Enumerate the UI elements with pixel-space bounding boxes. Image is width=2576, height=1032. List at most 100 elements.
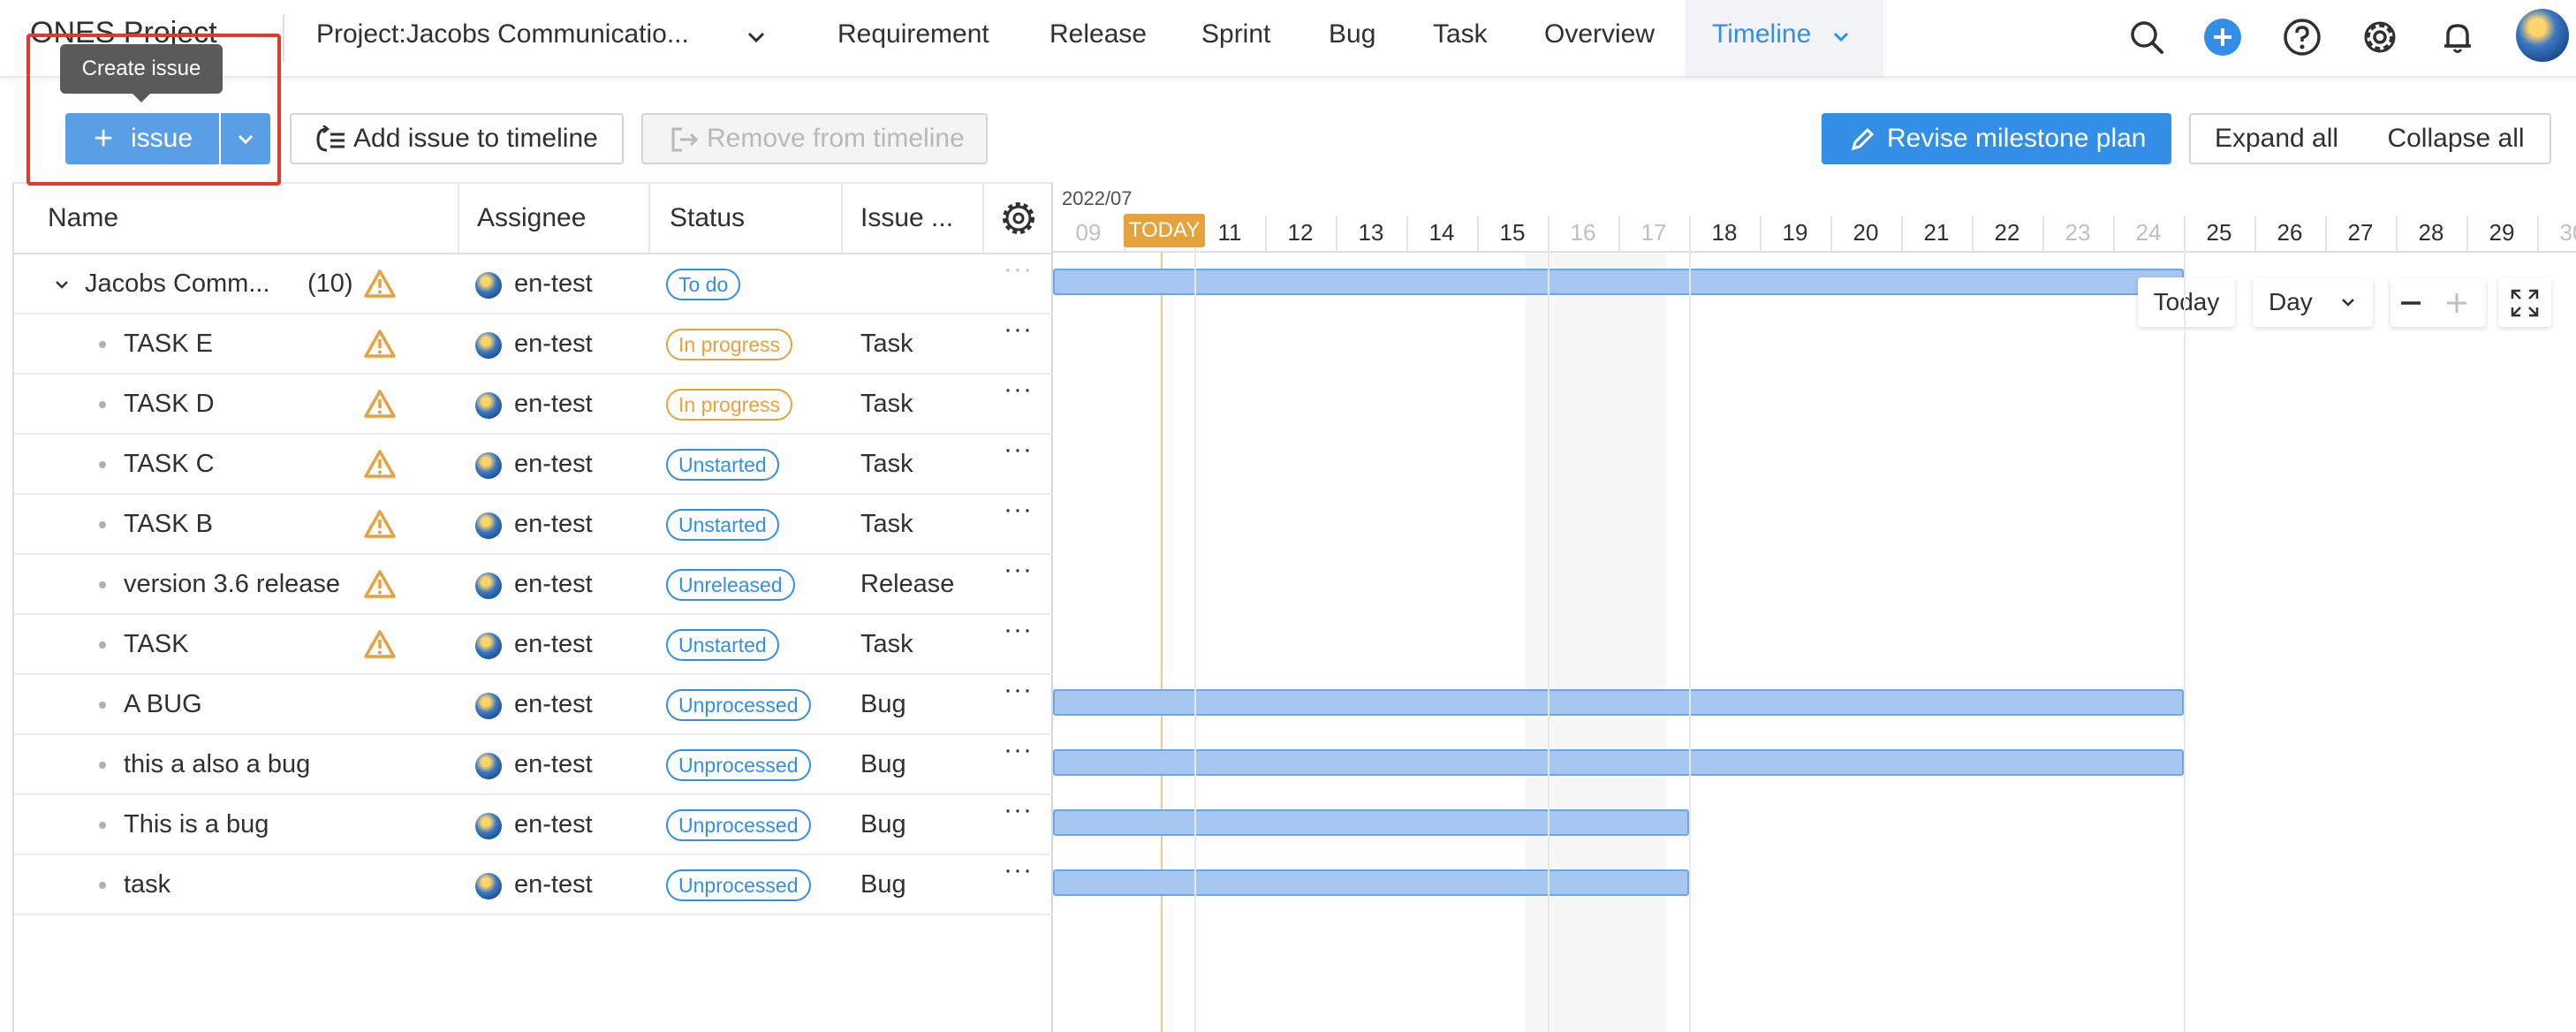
table-row[interactable]: A BUG en-test Unprocessed Bug ··· <box>14 675 1053 735</box>
table-row[interactable]: TASK E en-test In progress Task ··· <box>14 315 1053 375</box>
more-actions-icon[interactable]: ··· <box>1004 615 1033 645</box>
gantt-day-label: 28 <box>2418 219 2444 246</box>
issue-name[interactable]: TASK E <box>124 315 213 373</box>
user-avatar[interactable] <box>2516 9 2569 62</box>
column-header-issue-type[interactable]: Issue ... <box>843 184 984 253</box>
tab-release[interactable]: Release <box>1049 19 1147 49</box>
nav-divider <box>283 14 284 62</box>
avatar <box>475 693 502 719</box>
gantt-bar[interactable] <box>1053 689 2184 716</box>
gantt-day-label: 25 <box>2206 219 2232 246</box>
collapse-all-button[interactable]: Collapse all <box>2362 113 2551 164</box>
status-badge[interactable]: Unstarted <box>666 449 779 481</box>
more-actions-icon[interactable]: ··· <box>1004 855 1033 885</box>
column-header-assignee[interactable]: Assignee <box>459 184 650 253</box>
tab-overview[interactable]: Overview <box>1544 19 1655 49</box>
avatar <box>475 873 502 899</box>
table-row[interactable]: TASK en-test Unstarted Task ··· <box>14 615 1053 675</box>
issue-name[interactable]: TASK C <box>124 435 215 493</box>
group-name[interactable]: Jacobs Comm... <box>85 254 270 313</box>
more-actions-icon[interactable]: ··· <box>1004 555 1033 585</box>
fullscreen-button[interactable] <box>2498 277 2551 327</box>
create-issue-button[interactable]: + issue <box>65 113 219 164</box>
more-actions-icon[interactable]: ··· <box>1004 375 1033 405</box>
remove-from-timeline-button[interactable]: Remove from timeline <box>641 113 988 164</box>
avatar <box>475 512 502 539</box>
tab-task[interactable]: Task <box>1433 19 1488 49</box>
more-actions-icon[interactable]: ··· <box>1004 254 1033 285</box>
project-selector[interactable]: Project:Jacobs Communicatio... <box>316 19 689 49</box>
issue-name[interactable]: This is a bug <box>124 795 269 854</box>
search-icon[interactable] <box>2127 18 2166 57</box>
status-badge[interactable]: Unprocessed <box>666 869 811 901</box>
status-badge[interactable]: Unprocessed <box>666 749 811 781</box>
zoom-out-icon[interactable] <box>2399 292 2422 315</box>
tab-timeline[interactable]: Timeline <box>1712 19 1811 49</box>
bullet-dot <box>99 702 106 709</box>
tab-requirement[interactable]: Requirement <box>837 19 989 49</box>
status-badge[interactable]: Unprocessed <box>666 689 811 721</box>
warning-icon <box>364 450 396 478</box>
status-badge[interactable]: Unstarted <box>666 509 779 541</box>
issue-name[interactable]: A BUG <box>124 675 202 733</box>
column-header-status[interactable]: Status <box>650 184 843 253</box>
issue-name[interactable]: TASK <box>124 615 189 673</box>
tab-bug[interactable]: Bug <box>1329 19 1375 49</box>
today-button[interactable]: Today <box>2138 277 2235 327</box>
tab-sprint[interactable]: Sprint <box>1201 19 1270 49</box>
issue-name[interactable]: version 3.6 release <box>124 555 340 613</box>
assignee-name: en-test <box>514 750 593 778</box>
status-badge[interactable]: Unreleased <box>666 569 795 601</box>
issue-name[interactable]: this a also a bug <box>124 735 310 793</box>
gantt-bar[interactable] <box>1053 869 1689 896</box>
warning-icon <box>364 570 396 598</box>
gantt-bar[interactable] <box>1053 269 2184 295</box>
issue-type: Release <box>860 570 955 598</box>
chevron-down-icon <box>2342 299 2354 307</box>
create-issue-label: issue <box>131 124 193 153</box>
more-actions-icon[interactable]: ··· <box>1004 735 1033 765</box>
table-row[interactable]: this a also a bug en-test Unprocessed Bug ··… <box>14 735 1053 795</box>
issue-name[interactable]: task <box>124 855 170 914</box>
column-settings-gear-icon[interactable] <box>1002 201 1035 235</box>
table-row[interactable]: version 3.6 release en-test Unreleased Rele… <box>14 555 1053 615</box>
chevron-down-icon[interactable] <box>53 276 71 293</box>
scale-select[interactable]: Day <box>2253 277 2373 327</box>
gear-icon[interactable] <box>2360 18 2399 57</box>
status-badge[interactable]: Unprocessed <box>666 809 811 841</box>
add-issue-to-timeline-button[interactable]: Add issue to timeline <box>290 113 624 164</box>
chevron-down-icon[interactable] <box>1830 27 1852 48</box>
column-header-name[interactable]: Name <box>14 184 459 253</box>
revise-milestone-plan-button[interactable]: Revise milestone plan <box>1822 113 2171 164</box>
more-actions-icon[interactable]: ··· <box>1004 495 1033 525</box>
table-group-row[interactable]: Jacobs Comm... (10) en-test To do ··· <box>14 254 1053 315</box>
issue-name[interactable]: TASK D <box>124 375 215 433</box>
avatar <box>475 573 502 599</box>
create-issue-dropdown-button[interactable] <box>221 113 270 164</box>
gantt-bar[interactable] <box>1053 749 2184 776</box>
status-badge[interactable]: To do <box>666 269 741 300</box>
plus-circle-icon[interactable] <box>2203 18 2242 57</box>
more-actions-icon[interactable]: ··· <box>1004 435 1033 465</box>
gantt-month-label: 2022/07 <box>1062 187 1133 209</box>
more-actions-icon[interactable]: ··· <box>1004 675 1033 705</box>
status-badge[interactable]: In progress <box>666 389 793 421</box>
table-row[interactable]: This is a bug en-test Unprocessed Bug ··· <box>14 795 1053 855</box>
bell-icon[interactable] <box>2438 18 2477 57</box>
expand-all-button[interactable]: Expand all <box>2189 113 2364 164</box>
chevron-down-icon[interactable] <box>744 25 769 49</box>
table-row[interactable]: task en-test Unprocessed Bug ··· <box>14 855 1053 915</box>
status-badge[interactable]: Unstarted <box>666 629 779 661</box>
issue-name[interactable]: TASK B <box>124 495 213 553</box>
table-row[interactable]: TASK B en-test Unstarted Task ··· <box>14 495 1053 555</box>
table-row[interactable]: TASK C en-test Unstarted Task ··· <box>14 435 1053 495</box>
more-actions-icon[interactable]: ··· <box>1004 315 1033 345</box>
warning-icon <box>364 269 396 298</box>
zoom-in-icon[interactable] <box>2445 292 2468 315</box>
help-icon[interactable] <box>2283 18 2322 57</box>
gantt-bar[interactable] <box>1053 809 1689 836</box>
avatar <box>475 332 502 359</box>
status-badge[interactable]: In progress <box>666 329 793 360</box>
more-actions-icon[interactable]: ··· <box>1004 795 1033 825</box>
table-row[interactable]: TASK D en-test In progress Task ··· <box>14 375 1053 435</box>
